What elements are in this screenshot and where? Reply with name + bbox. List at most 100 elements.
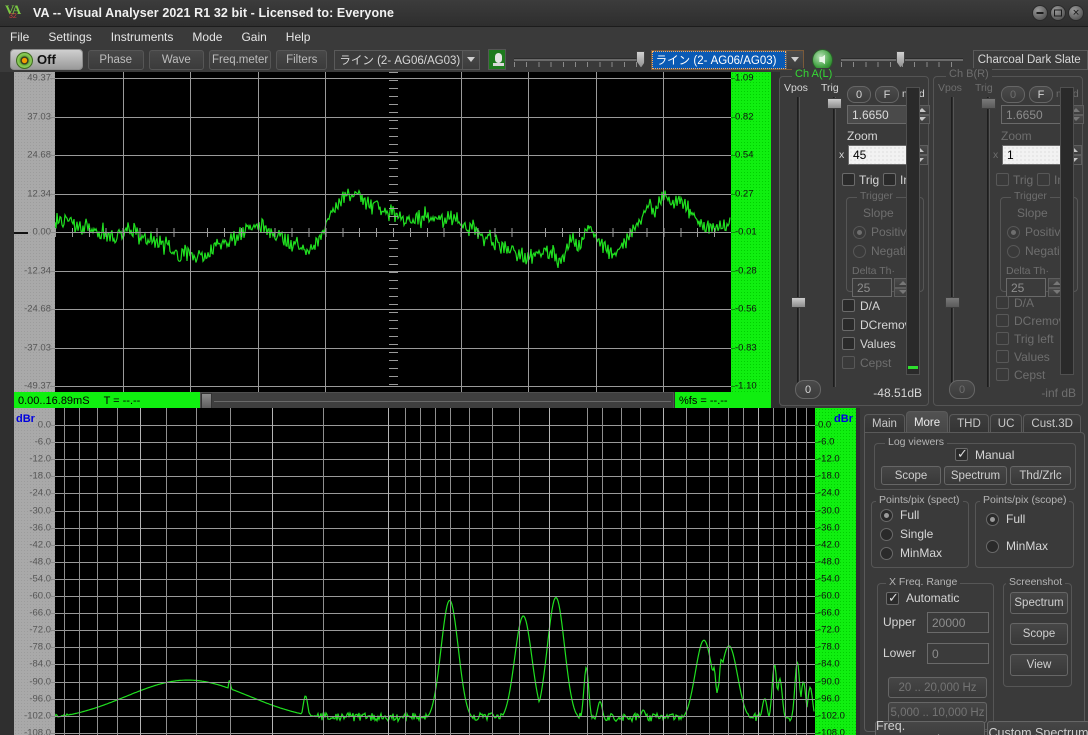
screenshot-spectrum-button[interactable]: Spectrum bbox=[1010, 592, 1068, 614]
chB-trig-slider[interactable] bbox=[981, 97, 996, 387]
points-scope-minmax-radio[interactable] bbox=[986, 540, 999, 553]
scope-scroll-thumb[interactable] bbox=[201, 393, 212, 409]
chA-trig-checkbox[interactable] bbox=[842, 173, 855, 186]
points-spect-full-radio[interactable] bbox=[880, 509, 893, 522]
chB-values-checkbox[interactable] bbox=[996, 350, 1009, 363]
microphone-icon[interactable] bbox=[487, 49, 507, 70]
chB-slope-positive-radio[interactable] bbox=[1007, 226, 1020, 239]
filters-button[interactable]: Filters bbox=[276, 49, 328, 70]
chB-level-meter bbox=[1060, 87, 1074, 375]
phase-button[interactable]: Phase bbox=[87, 49, 144, 70]
log-scope-button[interactable]: Scope bbox=[881, 466, 941, 485]
log-spectrum-button[interactable]: Spectrum bbox=[944, 466, 1007, 485]
window-controls: ✕ bbox=[1032, 5, 1084, 21]
chB-inv-checkbox[interactable] bbox=[1037, 173, 1050, 186]
chA-slope-negative-radio[interactable] bbox=[853, 245, 866, 258]
chA-vpos-thumb[interactable] bbox=[791, 297, 806, 308]
menu-item-instruments[interactable]: Instruments bbox=[111, 30, 174, 44]
chA-trig-slider[interactable] bbox=[827, 97, 842, 387]
theme-select[interactable]: Charcoal Dark Slate bbox=[972, 49, 1088, 70]
chB-bottom-zero-button[interactable]: 0 bbox=[949, 380, 975, 399]
tab-thd[interactable]: THD bbox=[949, 414, 989, 433]
chB-trigleft-checkbox[interactable] bbox=[996, 332, 1009, 345]
chB-cepst-checkbox[interactable] bbox=[996, 368, 1009, 381]
wave-button[interactable]: Wave bbox=[148, 49, 205, 70]
chA-bottom-zero-button[interactable]: 0 bbox=[795, 380, 821, 399]
input-device-select[interactable]: ライン (2- AG06/AG03) bbox=[334, 49, 480, 70]
tab-main[interactable]: Main bbox=[864, 414, 905, 433]
freq-automatic-checkbox[interactable] bbox=[886, 590, 899, 606]
chA-dcremoval-checkbox[interactable] bbox=[842, 318, 855, 331]
menu-item-help[interactable]: Help bbox=[286, 30, 311, 44]
chA-inv-checkbox[interactable] bbox=[883, 173, 896, 186]
chevron-down-icon[interactable] bbox=[786, 50, 804, 69]
chA-f-button[interactable]: F bbox=[875, 86, 899, 103]
tab-more[interactable]: More bbox=[905, 411, 949, 433]
chevron-down-icon[interactable] bbox=[461, 50, 479, 69]
chA-zoom-x-label: x bbox=[839, 149, 845, 161]
chA-delta-field[interactable]: 25 bbox=[852, 278, 892, 297]
chA-slope-positive-radio[interactable] bbox=[853, 226, 866, 239]
output-device-select[interactable]: ライン (2- AG06/AG03) bbox=[650, 49, 805, 70]
tab-cust3d[interactable]: Cust.3D bbox=[1023, 414, 1081, 433]
minimize-button[interactable] bbox=[1032, 5, 1048, 21]
chB-trig-checkbox[interactable] bbox=[996, 173, 1009, 186]
freq-compensation-button[interactable]: Freq. compensation bbox=[875, 719, 985, 735]
output-gain-slider[interactable] bbox=[841, 50, 963, 70]
chB-da-checkbox[interactable] bbox=[996, 296, 1009, 309]
freq-upper-field[interactable]: 20000 bbox=[927, 612, 989, 633]
chB-da-label: D/A bbox=[1014, 296, 1035, 310]
menu-item-mode[interactable]: Mode bbox=[192, 30, 222, 44]
spectrum-plot-area[interactable] bbox=[55, 408, 815, 735]
freq-lower-field[interactable]: 0 bbox=[927, 643, 989, 664]
points-spect-single-radio[interactable] bbox=[880, 528, 893, 541]
points-spect-minmax-radio[interactable] bbox=[880, 547, 893, 560]
chB-trig-thumb[interactable] bbox=[981, 98, 996, 109]
chA-zoom-field[interactable]: 45 bbox=[848, 145, 910, 165]
chB-zero-button[interactable]: 0 bbox=[1001, 86, 1025, 103]
chB-vpos-thumb[interactable] bbox=[945, 297, 960, 308]
chB-delta-field[interactable]: 25 bbox=[1006, 278, 1046, 297]
points-scope-full-radio[interactable] bbox=[986, 513, 999, 526]
spectrum-y-label-left: -90.0 bbox=[29, 676, 51, 687]
freq-meter-button[interactable]: Freq.meter bbox=[209, 49, 272, 70]
x-freq-range-group: X Freq. Range Automatic Upper 20000 Lowe… bbox=[877, 576, 994, 730]
scope-plot-area[interactable] bbox=[55, 72, 731, 392]
menu-item-file[interactable]: File bbox=[10, 30, 29, 44]
screenshot-view-button[interactable]: View bbox=[1010, 654, 1068, 676]
chB-dcremoval-checkbox[interactable] bbox=[996, 314, 1009, 327]
power-toggle-button[interactable]: Off bbox=[10, 49, 83, 70]
chB-slope-negative-radio[interactable] bbox=[1007, 245, 1020, 258]
chA-cepst-checkbox[interactable] bbox=[842, 356, 855, 369]
menu-item-gain[interactable]: Gain bbox=[241, 30, 266, 44]
chB-zoom-field[interactable]: 1 bbox=[1002, 145, 1064, 165]
menu-item-settings[interactable]: Settings bbox=[48, 30, 91, 44]
log-viewers-title: Log viewers bbox=[885, 436, 948, 448]
input-gain-slider[interactable] bbox=[514, 50, 646, 70]
chB-timebase-field[interactable]: 1.6650 bbox=[1001, 105, 1066, 124]
points-scope-title: Points/pix (scope) bbox=[980, 494, 1070, 506]
close-button[interactable]: ✕ bbox=[1068, 5, 1084, 21]
spectrum-y-label-left: -72.0 bbox=[29, 624, 51, 636]
chA-zero-button[interactable]: 0 bbox=[847, 86, 871, 103]
maximize-button[interactable] bbox=[1050, 5, 1066, 21]
chA-trig-thumb[interactable] bbox=[827, 98, 842, 109]
custom-spectrum-button[interactable]: Custom Spectrum bbox=[987, 721, 1088, 735]
spectrum-y-label-right: -108.0 bbox=[818, 727, 845, 735]
chA-da-checkbox[interactable] bbox=[842, 299, 855, 312]
chB-delta-label: Delta Th· bbox=[1006, 265, 1049, 277]
chB-f-button[interactable]: F bbox=[1029, 86, 1053, 103]
tab-uc[interactable]: UC bbox=[989, 414, 1023, 433]
freq-preset-20-20000-button[interactable]: 20 .. 20,000 Hz bbox=[888, 677, 987, 698]
chB-zoom-x-label: x bbox=[993, 149, 999, 161]
chA-timebase-field[interactable]: 1.6650 bbox=[847, 105, 912, 124]
scope-y-label-right: 0.54 bbox=[735, 149, 754, 161]
chA-vpos-slider[interactable] bbox=[791, 97, 806, 387]
screenshot-scope-button[interactable]: Scope bbox=[1010, 623, 1068, 645]
manual-checkbox[interactable] bbox=[955, 446, 968, 462]
log-thdzrlc-button[interactable]: Thd/Zrlc bbox=[1010, 466, 1071, 485]
chB-vpos-slider[interactable] bbox=[945, 97, 960, 387]
chA-values-checkbox[interactable] bbox=[842, 337, 855, 350]
spectrum-y-label-right: -96.0 bbox=[818, 693, 840, 705]
chB-cepst-label: Cepst bbox=[1014, 368, 1046, 382]
